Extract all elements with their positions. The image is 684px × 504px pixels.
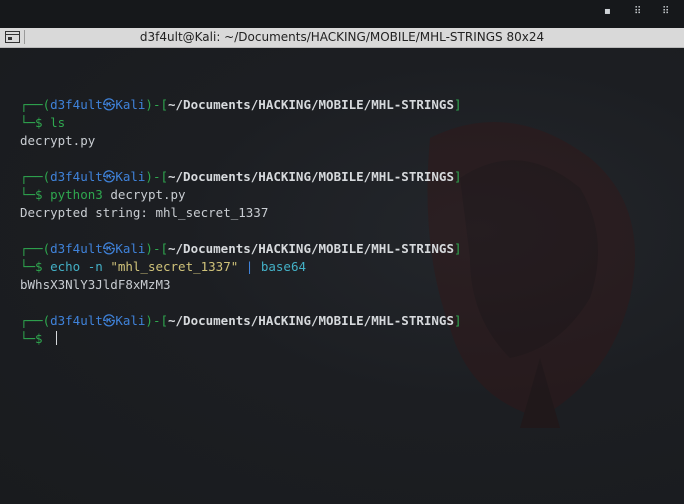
prompt-header-line: ┌──(d3f4ult㉿Kali)-[~/Documents/HACKING/M… bbox=[20, 240, 462, 258]
prompt-header-line: ┌──(d3f4ult㉿Kali)-[~/Documents/HACKING/M… bbox=[20, 312, 462, 330]
prompt-host: Kali bbox=[115, 241, 146, 256]
prompt-host: Kali bbox=[115, 313, 146, 328]
command-text: python3 bbox=[50, 187, 103, 202]
prompt-user: d3f4ult bbox=[50, 313, 103, 328]
terminal-window: d3f4ult@Kali: ~/Documents/HACKING/MOBILE… bbox=[0, 28, 684, 504]
workspace-icon[interactable]: ⠿ bbox=[662, 6, 669, 18]
command-line: └─$ ls bbox=[20, 114, 462, 132]
command-line: └─$ echo -n "mhl_secret_1337" | base64 bbox=[20, 258, 462, 276]
prompt-open: ┌──( bbox=[20, 241, 51, 256]
prompt-close: ] bbox=[453, 241, 462, 256]
window-title: d3f4ult@Kali: ~/Documents/HACKING/MOBILE… bbox=[139, 30, 545, 44]
prompt-mid: )-[ bbox=[145, 241, 168, 256]
command-output: decrypt.py bbox=[20, 133, 96, 148]
prompt-open: ┌──( bbox=[20, 313, 51, 328]
terminal-output: ┌──(d3f4ult㉿Kali)-[~/Documents/HACKING/M… bbox=[20, 78, 462, 348]
command-text: -n bbox=[80, 259, 111, 274]
prompt-open: ┌──( bbox=[20, 97, 51, 112]
prompt-host: Kali bbox=[115, 97, 146, 112]
prompt-user: d3f4ult bbox=[50, 241, 103, 256]
prompt-mid: )-[ bbox=[145, 97, 168, 112]
prompt-path: ~/Documents/HACKING/MOBILE/MHL-STRINGS bbox=[168, 241, 454, 256]
terminal-area[interactable]: ┌──(d3f4ult㉿Kali)-[~/Documents/HACKING/M… bbox=[0, 48, 684, 504]
prompt-user: d3f4ult bbox=[50, 169, 103, 184]
dot-icon[interactable]: ▪ bbox=[604, 6, 611, 18]
prompt-mid: )-[ bbox=[145, 313, 168, 328]
prompt-symbol: └─$ bbox=[20, 187, 51, 202]
prompt-open: ┌──( bbox=[20, 169, 51, 184]
prompt-close: ] bbox=[453, 313, 462, 328]
prompt-at: ㉿ bbox=[102, 97, 116, 112]
prompt-path: ~/Documents/HACKING/MOBILE/MHL-STRINGS bbox=[168, 313, 454, 328]
command-text: base64 bbox=[260, 259, 306, 274]
prompt-user: d3f4ult bbox=[50, 97, 103, 112]
desktop-top-panel: ▪ ⠿ ⠿ bbox=[0, 0, 684, 28]
prompt-host: Kali bbox=[115, 169, 146, 184]
prompt-mid: )-[ bbox=[145, 169, 168, 184]
prompt-at: ㉿ bbox=[102, 313, 116, 328]
command-text: | bbox=[238, 259, 261, 274]
prompt-at: ㉿ bbox=[102, 169, 116, 184]
prompt-path: ~/Documents/HACKING/MOBILE/MHL-STRINGS bbox=[168, 169, 454, 184]
command-text: decrypt.py bbox=[110, 187, 186, 202]
prompt-symbol: └─$ bbox=[20, 331, 51, 346]
command-text: ls bbox=[50, 115, 66, 130]
window-titlebar[interactable]: d3f4ult@Kali: ~/Documents/HACKING/MOBILE… bbox=[0, 28, 684, 48]
prompt-header-line: ┌──(d3f4ult㉿Kali)-[~/Documents/HACKING/M… bbox=[20, 96, 462, 114]
prompt-at: ㉿ bbox=[102, 241, 116, 256]
command-text: echo bbox=[50, 259, 81, 274]
grid-icon[interactable]: ⠿ bbox=[634, 6, 641, 18]
prompt-header-line: ┌──(d3f4ult㉿Kali)-[~/Documents/HACKING/M… bbox=[20, 168, 462, 186]
prompt-symbol: └─$ bbox=[20, 259, 51, 274]
command-output: Decrypted string: mhl_secret_1337 bbox=[20, 205, 269, 220]
command-text: "mhl_secret_1337" bbox=[110, 259, 239, 274]
prompt-symbol: └─$ bbox=[20, 115, 51, 130]
active-command-line[interactable]: └─$ bbox=[20, 330, 462, 348]
prompt-path: ~/Documents/HACKING/MOBILE/MHL-STRINGS bbox=[168, 97, 454, 112]
prompt-close: ] bbox=[453, 97, 462, 112]
command-line: └─$ python3 decrypt.py bbox=[20, 186, 462, 204]
command-output: bWhsX3NlY3JldF8xMzM3 bbox=[20, 277, 171, 292]
text-cursor bbox=[56, 331, 58, 345]
prompt-close: ] bbox=[453, 169, 462, 184]
